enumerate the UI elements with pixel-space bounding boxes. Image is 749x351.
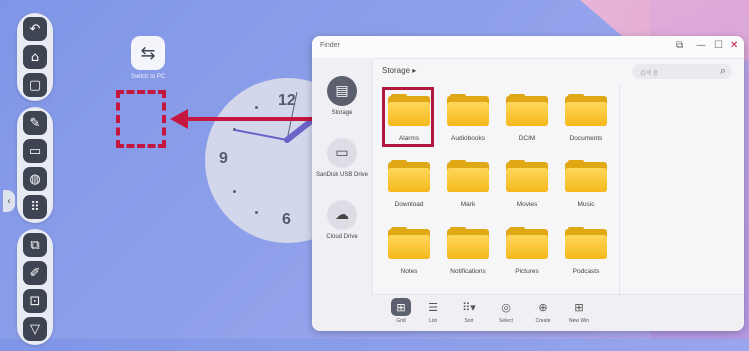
home-icon[interactable]: ⌂ [23,45,47,69]
crop-icon[interactable]: ⊡ [23,289,47,313]
recent-apps-icon[interactable]: ▢ [23,73,47,97]
globe-icon[interactable]: ◍ [23,167,47,191]
sidebar-item-label: SanDisk USB Drive [315,172,368,178]
sidebar-item-label: Cloud Drive [326,234,358,240]
folder-icon [506,94,548,126]
folder-icon [447,227,489,259]
toolbar-label: Select [499,318,513,324]
restore-icon[interactable]: ⧉ [676,40,683,51]
minimize-icon[interactable]: — [696,40,706,51]
selected-folder-highlight [382,87,434,147]
folder-podcasts[interactable]: Podcasts [556,227,616,275]
sort-icon: ⠿▾ [462,300,476,314]
pen-icon[interactable]: ✐ [23,261,47,285]
desktop-shortcut-switch-to-pc[interactable]: ⇆ Switch to PC [118,36,178,80]
grid-view-button[interactable]: ⊞ Grid [386,298,416,324]
folder-label: Music [577,201,595,208]
sidebar-item-usb-drive[interactable]: ▭ SanDisk USB Drive [312,138,372,178]
folder-label: Podcasts [572,268,600,275]
folder-label: Notifications [450,268,486,275]
folder-pictures[interactable]: Pictures [497,227,557,275]
finder-toolbar: ⊞ Grid ☰ List ⠿▾ Sort ◎ Select ⊕ Create … [372,294,744,331]
search-icon[interactable]: ⌕ [720,64,726,78]
list-view-button[interactable]: ☰ List [418,298,448,325]
window-title: Finder [320,42,340,49]
folder-icon [447,94,489,126]
desktop-shortcut-label: Switch to PC [130,74,166,80]
drop-target-indicator [116,90,166,148]
apps-grid-icon[interactable]: ⠿ [23,195,47,219]
finder-titlebar[interactable]: Finder ⧉ — ☐ ✕ [312,36,744,59]
folder-label: Download [394,201,424,208]
folder-label: Documents [569,135,603,142]
left-dock: ↶ ⌂ ▢ ✎ ▭ ◍ ⠿ ⧉ ✐ ⊡ ▽ [17,13,53,351]
folder-icon [388,160,430,192]
wallet-icon[interactable]: ▭ [23,139,47,163]
search-input[interactable]: 검색 중 ⌕ [632,64,732,79]
folder-label: Pictures [515,268,539,275]
create-folder-icon: ⊕ [538,300,548,314]
dock-tools-group: ⧉ ✐ ⊡ ▽ [17,229,53,345]
create-folder-button[interactable]: ⊕ Create [528,298,558,325]
folder-notifications[interactable]: Notifications [438,227,498,275]
screen-mirror-icon[interactable]: ⧉ [23,233,47,257]
folder-audiobooks[interactable]: Audiobooks [438,94,498,142]
folder-label: Audiobooks [451,135,485,142]
back-icon[interactable]: ↶ [23,17,47,41]
toolbar-label: Sort [464,318,474,324]
toolbar-label: New Win [568,318,589,324]
folder-icon [506,227,548,259]
more-icon[interactable]: ▽ [23,317,47,341]
switch-to-pc-icon: ⇆ [131,36,165,70]
folder-icon [565,160,607,192]
toolbar-label: Grid [396,318,406,324]
folder-icon [447,160,489,192]
sidebar-item-cloud-drive[interactable]: ☁ Cloud Drive [312,200,372,240]
folder-movies[interactable]: Movies [497,160,557,208]
new-window-icon: ⊞ [574,300,584,314]
folder-documents[interactable]: Documents [556,94,616,142]
folder-label: Movies [516,201,538,208]
breadcrumb[interactable]: Storage ▸ [382,66,416,75]
maximize-icon[interactable]: ☐ [714,40,723,51]
folder-icon [565,94,607,126]
search-placeholder: 검색 중 [640,71,659,77]
close-icon[interactable]: ✕ [730,40,738,51]
dock-collapse-handle[interactable]: ‹ [3,190,15,212]
cloud-drive-icon: ☁ [327,200,357,230]
list-icon: ☰ [428,300,438,314]
storage-icon: ▤ [327,76,357,106]
folder-icon [388,227,430,259]
sidebar-item-label: Storage [331,110,353,116]
dock-nav-group: ↶ ⌂ ▢ [17,13,53,101]
folder-label: Notes [400,268,418,275]
folder-notes[interactable]: Notes [379,227,439,275]
drag-arrow-head [170,109,188,129]
folder-mark[interactable]: Mark [438,160,498,208]
folder-label: Mark [460,201,476,208]
select-button[interactable]: ◎ Select [491,298,521,325]
finder-sidebar: ▤ Storage ▭ SanDisk USB Drive ☁ Cloud Dr… [312,58,373,331]
folder-icon [565,227,607,259]
select-icon: ◎ [501,300,511,314]
folder-download[interactable]: Download [379,160,439,208]
sidebar-item-storage[interactable]: ▤ Storage [312,76,372,116]
toolbar-label: Create [535,318,551,324]
dock-apps-group: ✎ ▭ ◍ ⠿ [17,107,53,223]
finder-window: Finder ⧉ — ☐ ✕ ▤ Storage ▭ SanDisk USB D… [312,36,744,331]
sort-button[interactable]: ⠿▾ Sort [454,298,484,325]
content-divider [619,84,620,294]
toolbar-label: List [429,318,437,324]
folder-icon [506,160,548,192]
grid-icon: ⊞ [391,298,411,316]
usb-drive-icon: ▭ [327,138,357,168]
new-window-button[interactable]: ⊞ New Win [564,298,594,325]
folder-label: DCIM [518,135,536,142]
folder-music[interactable]: Music [556,160,616,208]
folder-dcim[interactable]: DCIM [497,94,557,142]
whiteboard-icon[interactable]: ✎ [23,111,47,135]
